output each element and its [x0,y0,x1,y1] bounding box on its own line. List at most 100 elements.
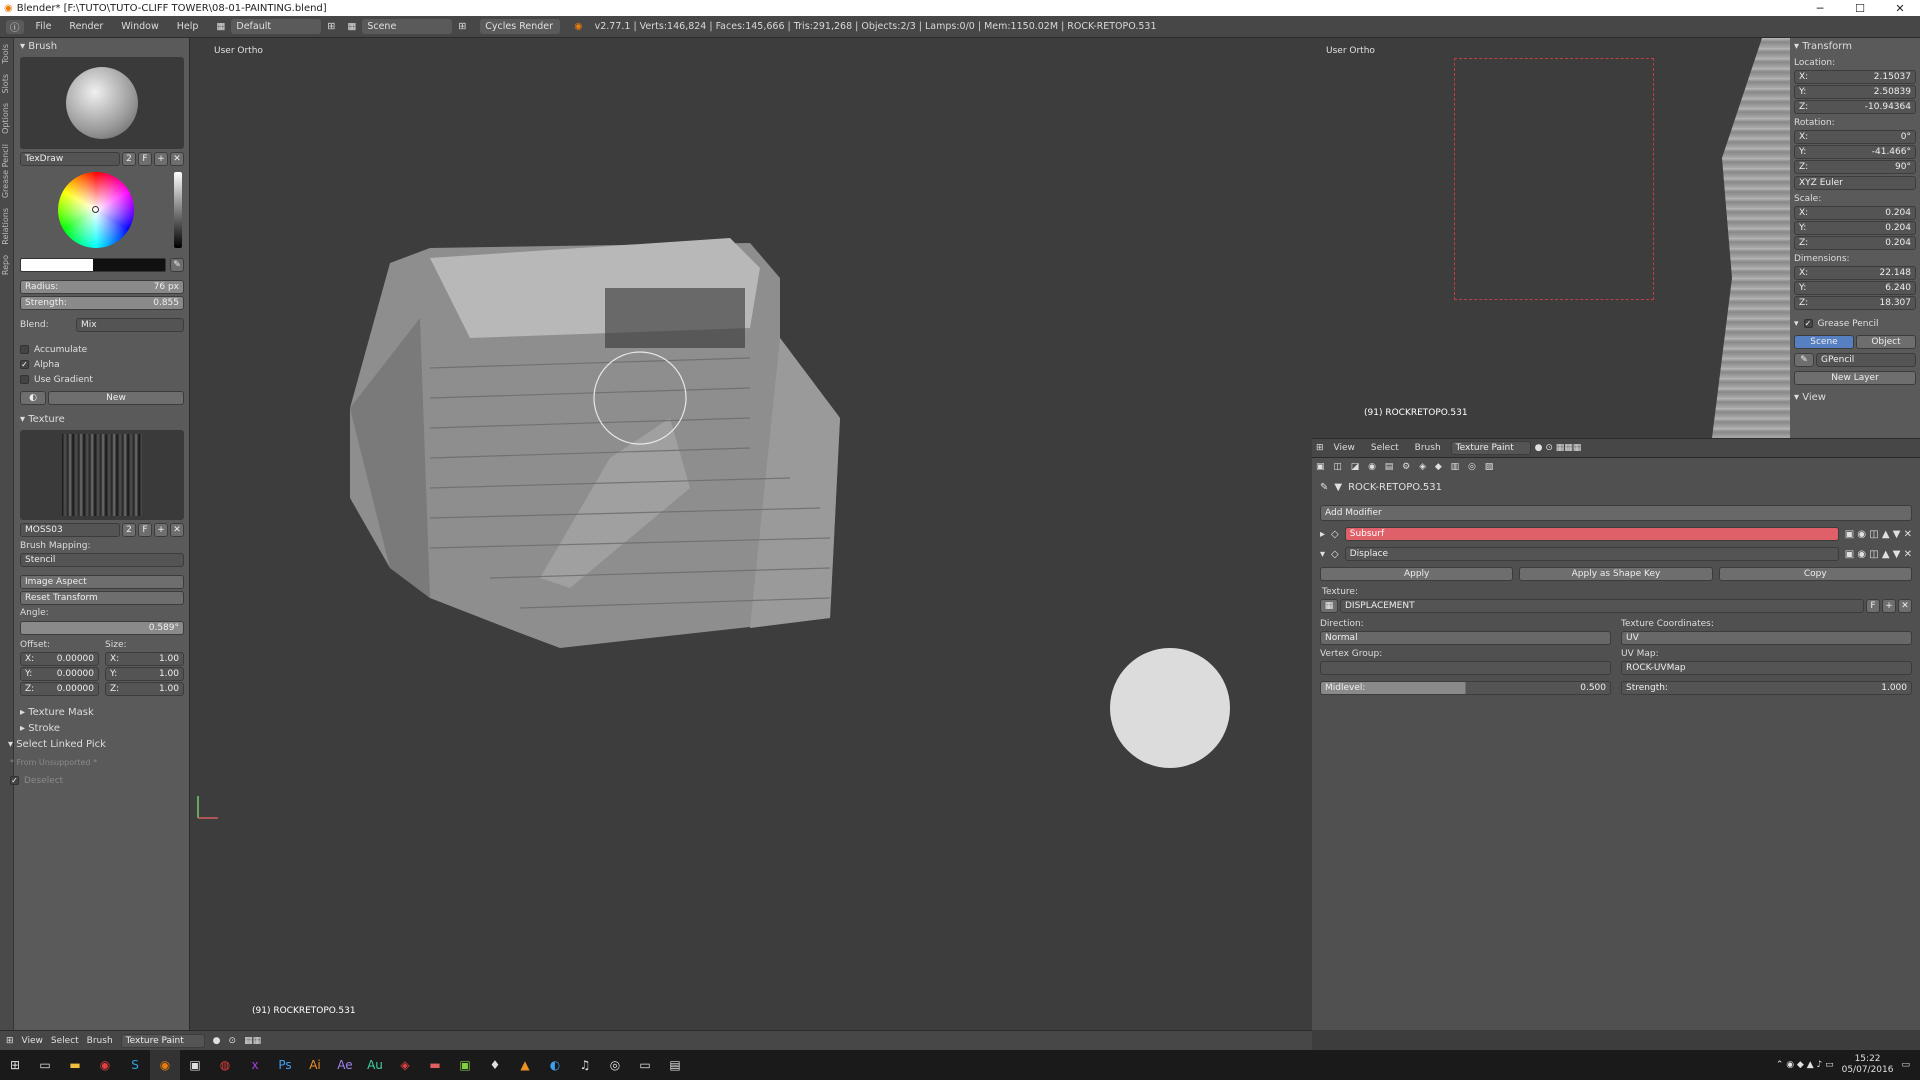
view-panel-header[interactable]: ▾ View [1790,389,1920,405]
brush-name-field[interactable]: TexDraw [20,152,120,166]
render-engine-select[interactable]: Cycles Render [480,19,561,34]
scale-x-field[interactable]: X: 0.204 [1794,206,1916,220]
layers-icon[interactable]: ▦▦ [244,1036,261,1046]
size-z-field[interactable]: Z: 1.00 [105,682,184,696]
texture-browse-icon[interactable]: ▦ [1320,599,1338,613]
offset-z-field[interactable]: Z: 0.00000 [20,682,99,696]
gpencil-field[interactable]: GPencil [1816,353,1916,367]
blend-select[interactable]: Mix [76,318,184,332]
grease-scene-tab[interactable]: Scene [1794,335,1854,349]
alpha-checkbox[interactable]: ✓ Alpha [20,357,184,372]
editor-type-icon[interactable]: ⓘ [6,19,24,34]
brush-add-icon[interactable]: + [154,152,168,166]
texture-remove-icon[interactable]: ✕ [1898,599,1912,613]
texture-fake-user-icon[interactable]: F [1866,599,1880,613]
brush-mapping-select[interactable]: Stencil [20,553,184,567]
screen-layout-icon[interactable]: ▦ [216,21,225,32]
add-scene-icon[interactable]: ⊞ [458,21,466,32]
editor-type-icon[interactable]: ⊞ [1316,443,1324,453]
system-tray-icons[interactable]: ⌃ ◉ ◆ ▲ ♪ ▭ [1776,1060,1834,1070]
accumulate-checkbox[interactable]: Accumulate [20,342,184,357]
app-icon[interactable]: ▭ [630,1050,660,1080]
apply-button[interactable]: Apply [1320,567,1514,581]
texture-coords-select[interactable]: UV [1621,631,1912,645]
apply-shape-key-button[interactable]: Apply as Shape Key [1519,567,1713,581]
vlc-icon[interactable]: ▲ [510,1050,540,1080]
location-z-field[interactable]: Z: -10.94364 [1794,100,1916,114]
texture-panel-header[interactable]: ▾ Texture [16,411,188,427]
screen-layout-field[interactable]: Default [231,19,322,34]
tab-tools[interactable]: Tools [1,40,10,68]
dimensions-x-field[interactable]: X: 22.148 [1794,266,1916,280]
tab-options[interactable]: Options [1,99,10,138]
app-icon[interactable]: ▤ [660,1050,690,1080]
maximize-button[interactable]: ☐ [1840,2,1880,15]
tab-relations[interactable]: Relations [1,204,10,249]
props-menu-view[interactable]: View [1328,443,1361,453]
brush-remove-icon[interactable]: ✕ [170,152,184,166]
add-modifier-select[interactable]: Add Modifier [1320,505,1912,521]
acrobat-icon[interactable]: ◈ [390,1050,420,1080]
tab-slots[interactable]: Slots [1,70,10,98]
modifier-visibility-icons[interactable]: ▣ ◉ ◫ ▲ ▼ ✕ [1845,549,1912,560]
texture-add-icon[interactable]: + [154,523,168,537]
add-layout-icon[interactable]: ⊞ [327,21,335,32]
xnview-icon[interactable]: x [240,1050,270,1080]
new-layer-button[interactable]: New Layer [1794,371,1916,385]
deselect-checkbox[interactable]: ✓ Deselect [10,773,188,788]
vertex-group-field[interactable] [1320,661,1611,675]
menu-brush[interactable]: Brush [87,1036,113,1046]
task-view-icon[interactable]: ▭ [30,1050,60,1080]
brush-preview[interactable] [20,57,184,149]
radius-slider[interactable]: Radius: 76 px [20,280,184,294]
rotation-y-field[interactable]: Y: -41.466° [1794,145,1916,159]
shading-icon[interactable]: ● [213,1036,221,1046]
file-explorer-icon[interactable]: ▬ [60,1050,90,1080]
menu-help[interactable]: Help [171,21,205,32]
menu-file[interactable]: File [30,21,58,32]
modifier-visibility-icons[interactable]: ▣ ◉ ◫ ▲ ▼ ✕ [1845,529,1912,540]
chrome-icon[interactable]: ◉ [90,1050,120,1080]
midlevel-slider[interactable]: Midlevel: 0.500 [1320,681,1611,695]
offset-y-field[interactable]: Y: 0.00000 [20,667,99,681]
audition-icon[interactable]: Au [360,1050,390,1080]
texture-users[interactable]: 2 [122,523,136,537]
strength-slider[interactable]: Strength: 0.855 [20,296,184,310]
subsurf-name-field[interactable]: Subsurf [1344,527,1839,541]
displacement-texture-field[interactable]: DISPLACEMENT [1340,599,1864,613]
skype-icon[interactable]: S [120,1050,150,1080]
texture-name-field[interactable]: MOSS03 [20,523,120,537]
pencil-icon[interactable]: ✎ [1794,353,1814,367]
editor-type-icon[interactable]: ⊞ [6,1036,14,1046]
location-x-field[interactable]: X: 2.15037 [1794,70,1916,84]
uv-map-field[interactable]: ROCK-UVMap [1621,661,1912,675]
photoshop-icon[interactable]: Ps [270,1050,300,1080]
props-mode-select[interactable]: Texture Paint [1450,441,1531,455]
displace-strength-field[interactable]: Strength: 1.000 [1621,681,1912,695]
rotation-x-field[interactable]: X: 0° [1794,130,1916,144]
dimensions-z-field[interactable]: Z: 18.307 [1794,296,1916,310]
rotation-mode-select[interactable]: XYZ Euler [1794,176,1916,190]
texture-mask-panel-header[interactable]: ▸ Texture Mask [16,704,188,720]
props-menu-brush[interactable]: Brush [1409,443,1447,453]
grease-pencil-header[interactable]: ▾ ✓ Grease Pencil [1794,316,1916,331]
props-menu-select[interactable]: Select [1365,443,1405,453]
offset-x-field[interactable]: X: 0.00000 [20,652,99,666]
menu-view[interactable]: View [22,1036,43,1046]
scene-icon[interactable]: ▦ [347,21,356,32]
palette-icon[interactable]: ◐ [20,391,46,405]
shading-icon[interactable]: ● ⊙ ▦▦▦ [1535,443,1582,453]
notification-icon[interactable]: ▭ [1901,1060,1910,1070]
tab-grease-pencil[interactable]: Grease Pencil [1,140,10,202]
start-button-icon[interactable]: ⊞ [0,1050,30,1080]
value-slider[interactable] [174,172,182,248]
app-icon[interactable]: ◍ [210,1050,240,1080]
texture-remove-icon[interactable]: ✕ [170,523,184,537]
primary-color-swatch[interactable] [20,258,166,272]
select-linked-pick-header[interactable]: ▾ Select Linked Pick [4,736,188,752]
scale-y-field[interactable]: Y: 0.204 [1794,221,1916,235]
color-picker[interactable] [20,170,184,254]
color-wheel[interactable] [58,172,134,248]
angle-slider[interactable]: 0.589° [20,621,184,635]
collapse-arrow-icon[interactable]: ▾ [1320,549,1325,560]
